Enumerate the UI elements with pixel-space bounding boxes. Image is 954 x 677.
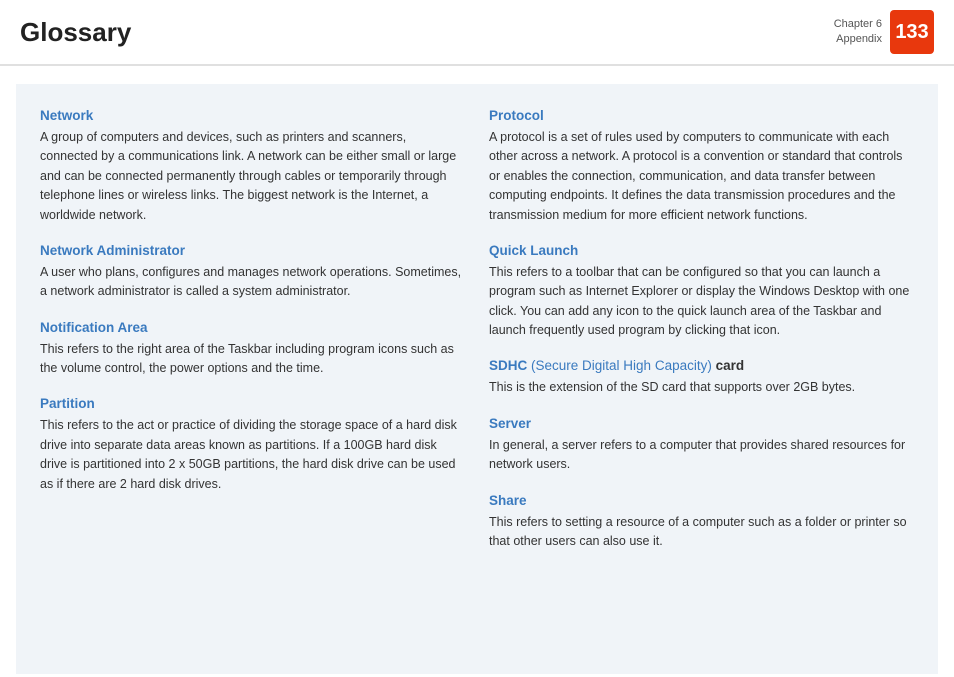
term-quick-launch-body: This refers to a toolbar that can be con… [489,263,914,341]
term-quick-launch-title: Quick Launch [489,243,914,258]
term-network-body: A group of computers and devices, such a… [40,128,465,225]
term-partition: Partition This refers to the act or prac… [40,396,465,494]
page-badge: 133 [890,10,934,54]
term-share-title: Share [489,493,914,508]
left-column: Network A group of computers and devices… [40,108,465,650]
term-network-administrator-title: Network Administrator [40,243,465,258]
sdhc-bold: SDHC [489,358,527,373]
term-network-title: Network [40,108,465,123]
term-protocol-title: Protocol [489,108,914,123]
term-quick-launch: Quick Launch This refers to a toolbar th… [489,243,914,341]
header-right: Chapter 6 Appendix 133 [834,10,934,54]
term-sdhc-body: This is the extension of the SD card tha… [489,378,914,397]
term-notification-area: Notification Area This refers to the rig… [40,320,465,379]
sdhc-end: card [716,358,745,373]
term-sdhc-title: SDHC (Secure Digital High Capacity) card [489,358,914,373]
term-notification-area-body: This refers to the right area of the Tas… [40,340,465,379]
term-protocol-body: A protocol is a set of rules used by com… [489,128,914,225]
term-share-body: This refers to setting a resource of a c… [489,513,914,552]
content-area: Network A group of computers and devices… [16,84,938,674]
term-partition-body: This refers to the act or practice of di… [40,416,465,494]
term-server: Server In general, a server refers to a … [489,416,914,475]
term-partition-title: Partition [40,396,465,411]
page-header: Glossary Chapter 6 Appendix 133 [0,0,954,66]
term-protocol: Protocol A protocol is a set of rules us… [489,108,914,225]
term-notification-area-title: Notification Area [40,320,465,335]
term-network: Network A group of computers and devices… [40,108,465,225]
term-network-administrator: Network Administrator A user who plans, … [40,243,465,302]
term-share: Share This refers to setting a resource … [489,493,914,552]
right-column: Protocol A protocol is a set of rules us… [489,108,914,650]
page-title: Glossary [20,17,131,48]
term-network-administrator-body: A user who plans, configures and manages… [40,263,465,302]
term-sdhc: SDHC (Secure Digital High Capacity) card… [489,358,914,397]
term-server-body: In general, a server refers to a compute… [489,436,914,475]
sdhc-middle: (Secure Digital High Capacity) [527,358,715,373]
term-server-title: Server [489,416,914,431]
chapter-label: Chapter 6 Appendix [834,17,882,48]
